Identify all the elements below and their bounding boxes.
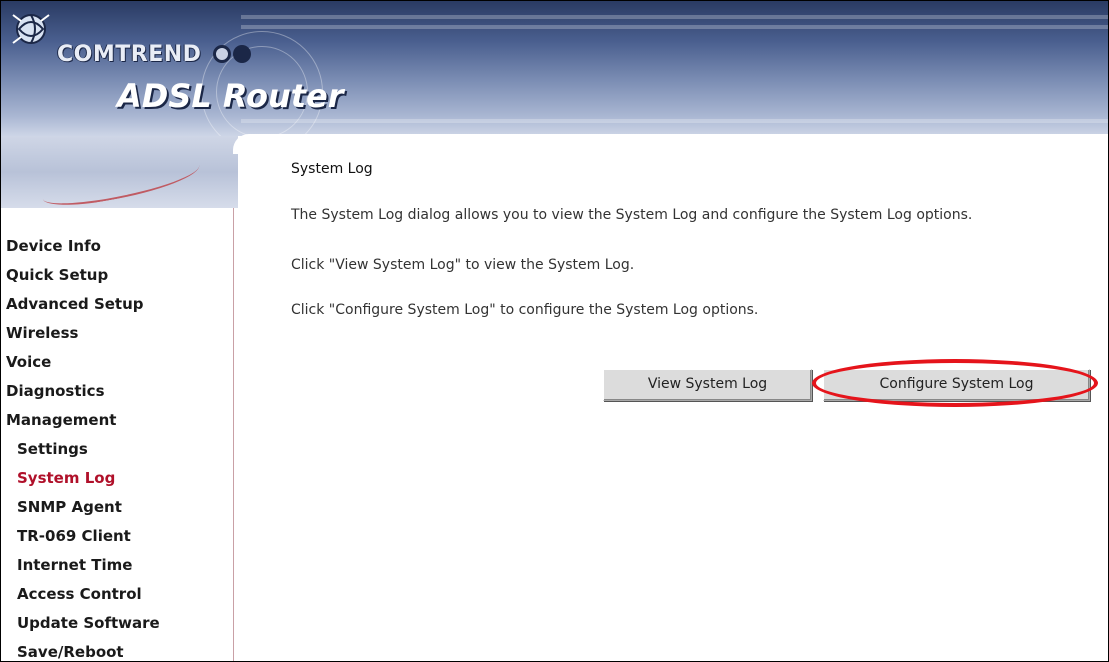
nav-management[interactable]: Management: [6, 409, 160, 438]
sidebar-header-graphic: [1, 136, 238, 212]
nav-wireless[interactable]: Wireless: [6, 322, 160, 351]
nav-tr069-client[interactable]: TR-069 Client: [6, 525, 160, 554]
sidebar-nav: Device Info Quick Setup Advanced Setup W…: [1, 208, 234, 661]
header-banner: COMTREND ADSL Router: [1, 1, 1108, 136]
nav-advanced-setup[interactable]: Advanced Setup: [6, 293, 160, 322]
product-title: ADSL Router: [117, 77, 344, 115]
nav-list: Device Info Quick Setup Advanced Setup W…: [6, 235, 160, 661]
nav-save-reboot[interactable]: Save/Reboot: [6, 641, 160, 661]
nav-snmp-agent[interactable]: SNMP Agent: [6, 496, 160, 525]
nav-system-log[interactable]: System Log: [6, 467, 160, 496]
configure-instruction-text: Click "Configure System Log" to configur…: [291, 302, 759, 318]
nav-settings[interactable]: Settings: [6, 438, 160, 467]
configure-system-log-button[interactable]: Configure System Log: [823, 369, 1090, 401]
nav-internet-time[interactable]: Internet Time: [6, 554, 160, 583]
nav-access-control[interactable]: Access Control: [6, 583, 160, 612]
brand-dots: [213, 43, 253, 63]
nav-device-info[interactable]: Device Info: [6, 235, 160, 264]
nav-update-software[interactable]: Update Software: [6, 612, 160, 641]
router-page: COMTREND ADSL Router Device Info Quick S…: [0, 0, 1109, 662]
brand-name: COMTREND: [57, 42, 202, 67]
view-system-log-button[interactable]: View System Log: [603, 369, 812, 401]
nav-diagnostics[interactable]: Diagnostics: [6, 380, 160, 409]
comtrend-logo-icon: [12, 14, 50, 44]
page-title: System Log: [291, 161, 373, 177]
content-corner: [233, 134, 1108, 154]
view-instruction-text: Click "View System Log" to view the Syst…: [291, 257, 635, 273]
nav-quick-setup[interactable]: Quick Setup: [6, 264, 160, 293]
nav-voice[interactable]: Voice: [6, 351, 160, 380]
description-text: The System Log dialog allows you to view…: [291, 207, 973, 223]
